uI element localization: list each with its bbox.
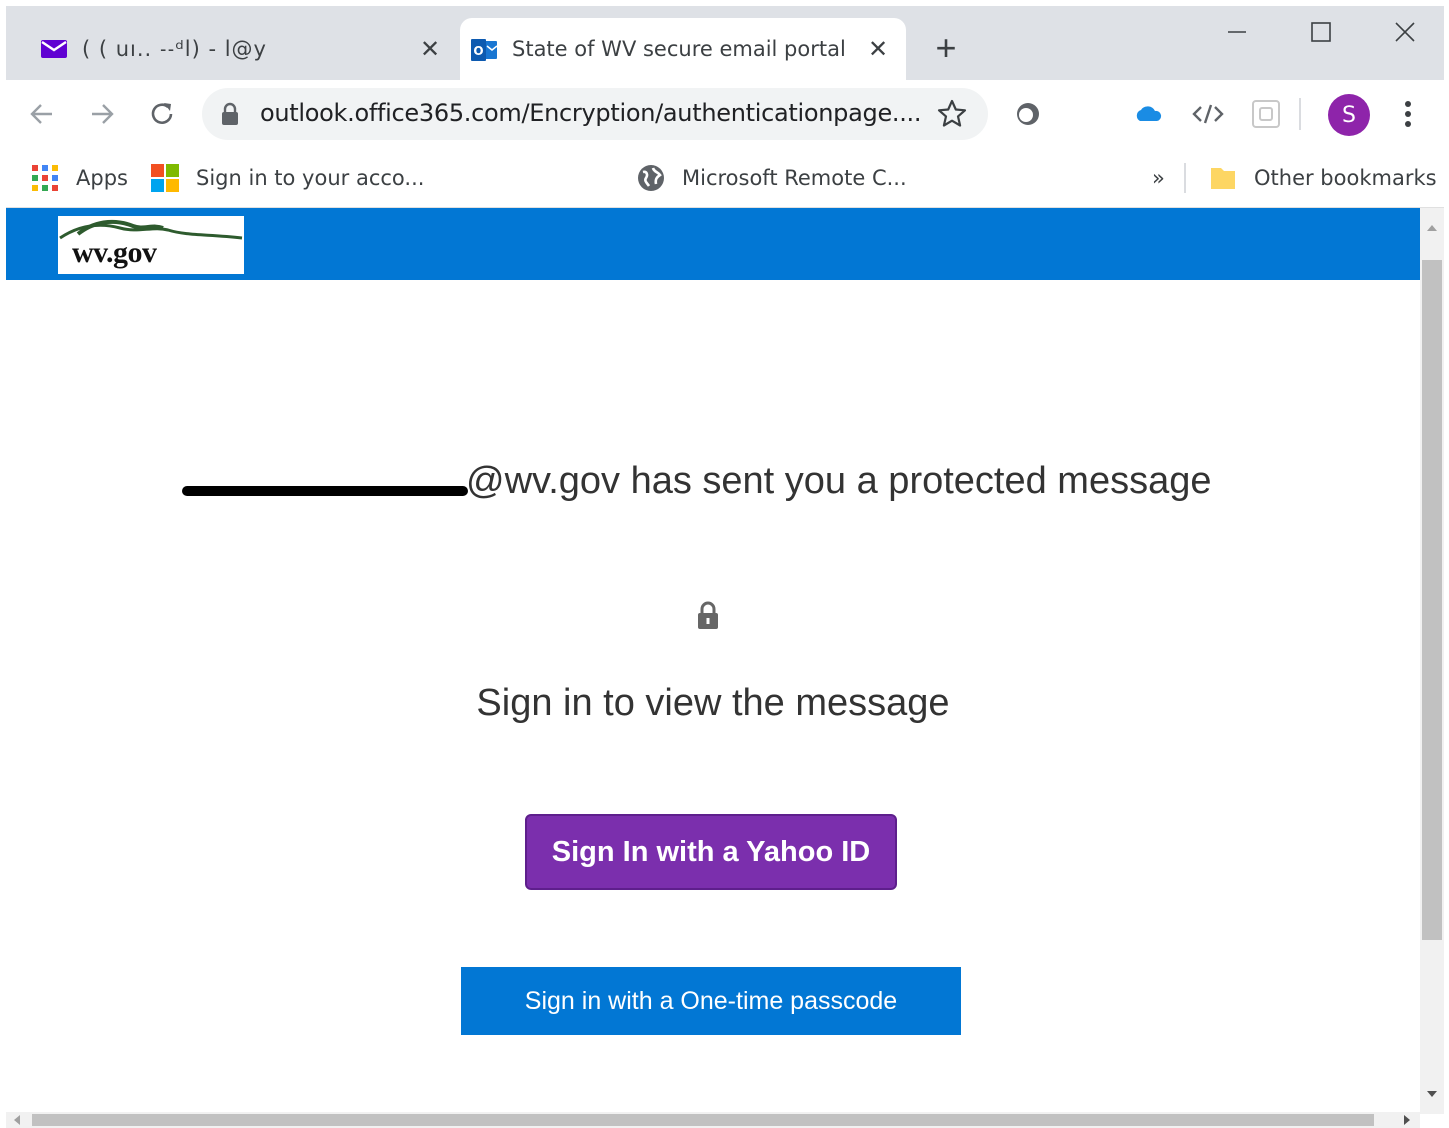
padlock-icon bbox=[696, 600, 720, 630]
message-headline: @wv.gov has sent you a protected message bbox=[466, 460, 1212, 502]
more-menu-icon[interactable] bbox=[1388, 94, 1428, 134]
folder-icon bbox=[1208, 163, 1238, 193]
tab-title: ( ( uı.. ˗˗ᵈl) - l@у bbox=[82, 37, 267, 61]
bookmark-sign-in[interactable]: Sign in to your acco... bbox=[150, 160, 424, 196]
bookmark-microsoft-remote[interactable]: Microsoft Remote C... bbox=[636, 160, 907, 196]
bookmark-star-icon[interactable] bbox=[934, 96, 970, 132]
bookmark-label: Microsoft Remote C... bbox=[682, 166, 907, 190]
redacted-sender bbox=[182, 486, 468, 496]
vertical-scrollbar[interactable] bbox=[1420, 208, 1444, 1114]
bookmarks-overflow-button[interactable]: » bbox=[1152, 160, 1165, 196]
close-icon[interactable]: ✕ bbox=[412, 31, 448, 67]
reload-icon[interactable] bbox=[142, 94, 182, 134]
page-content: wv.gov @wv.gov has sent you a protected … bbox=[6, 208, 1420, 1114]
bookmark-label: Other bookmarks bbox=[1254, 166, 1437, 190]
tab-title: State of WV secure email portal bbox=[512, 37, 846, 61]
back-arrow-icon[interactable] bbox=[22, 94, 62, 134]
url-text[interactable]: outlook.office365.com/Encryption/authent… bbox=[260, 99, 922, 127]
yahoo-mail-icon bbox=[40, 38, 68, 60]
bookmarks-divider bbox=[1184, 163, 1186, 193]
new-tab-button[interactable]: + bbox=[926, 30, 966, 70]
svg-text:O: O bbox=[473, 44, 483, 58]
sign-in-prompt: Sign in to view the message bbox=[476, 682, 950, 724]
maximize-icon[interactable] bbox=[1292, 10, 1350, 54]
extension-box-icon[interactable] bbox=[1246, 94, 1286, 134]
address-bar[interactable]: outlook.office365.com/Encryption/authent… bbox=[202, 88, 988, 140]
logo-text: wv.gov bbox=[72, 236, 157, 269]
wv-gov-logo: wv.gov bbox=[58, 216, 244, 274]
outlook-icon: O bbox=[470, 38, 498, 61]
minimize-icon[interactable] bbox=[1208, 10, 1266, 54]
close-icon[interactable]: ✕ bbox=[860, 31, 896, 67]
sign-in-yahoo-button[interactable]: Sign In with a Yahoo ID bbox=[525, 814, 897, 890]
scroll-up-icon[interactable] bbox=[1420, 218, 1444, 238]
browser-window: ( ( uı.. ˗˗ᵈl) - l@у ✕ O State of WV sec… bbox=[6, 6, 1444, 1128]
window-close-icon[interactable] bbox=[1376, 10, 1434, 54]
bookmark-other[interactable]: Other bookmarks bbox=[1208, 160, 1437, 196]
browser-toolbar: outlook.office365.com/Encryption/authent… bbox=[6, 80, 1444, 148]
lock-icon bbox=[220, 102, 240, 126]
forward-arrow-icon[interactable] bbox=[82, 94, 122, 134]
header-banner: wv.gov bbox=[6, 208, 1420, 280]
tab-yahoo-mail[interactable]: ( ( uı.. ˗˗ᵈl) - l@у ✕ bbox=[30, 18, 458, 80]
sign-in-passcode-button[interactable]: Sign in with a One-time passcode bbox=[461, 967, 961, 1035]
profile-avatar[interactable]: S bbox=[1328, 94, 1370, 136]
bookmark-apps[interactable]: Apps bbox=[30, 160, 128, 196]
scroll-down-icon[interactable] bbox=[1420, 1084, 1444, 1104]
horizontal-scrollbar[interactable] bbox=[6, 1112, 1420, 1128]
code-tags-icon[interactable] bbox=[1188, 94, 1228, 134]
vertical-scroll-thumb[interactable] bbox=[1422, 260, 1442, 940]
bookmarks-bar: Apps Sign in to your acco... Microsoft R… bbox=[6, 148, 1444, 208]
horizontal-scroll-thumb[interactable] bbox=[32, 1114, 1374, 1126]
scroll-left-icon[interactable] bbox=[8, 1112, 28, 1128]
tab-strip: ( ( uı.. ˗˗ᵈl) - l@у ✕ O State of WV sec… bbox=[6, 6, 1444, 80]
scroll-right-icon[interactable] bbox=[1396, 1112, 1416, 1128]
apps-grid-icon bbox=[30, 163, 60, 193]
bookmark-label: Apps bbox=[76, 166, 128, 190]
microsoft-logo-icon bbox=[150, 163, 180, 193]
toolbar-divider bbox=[1290, 94, 1310, 134]
tab-wv-secure-portal[interactable]: O State of WV secure email portal ✕ bbox=[460, 18, 906, 80]
globe-icon bbox=[636, 163, 666, 193]
extension-circle-icon[interactable] bbox=[1008, 94, 1048, 134]
bookmark-label: Sign in to your acco... bbox=[196, 166, 425, 190]
onedrive-cloud-icon[interactable] bbox=[1128, 94, 1168, 134]
